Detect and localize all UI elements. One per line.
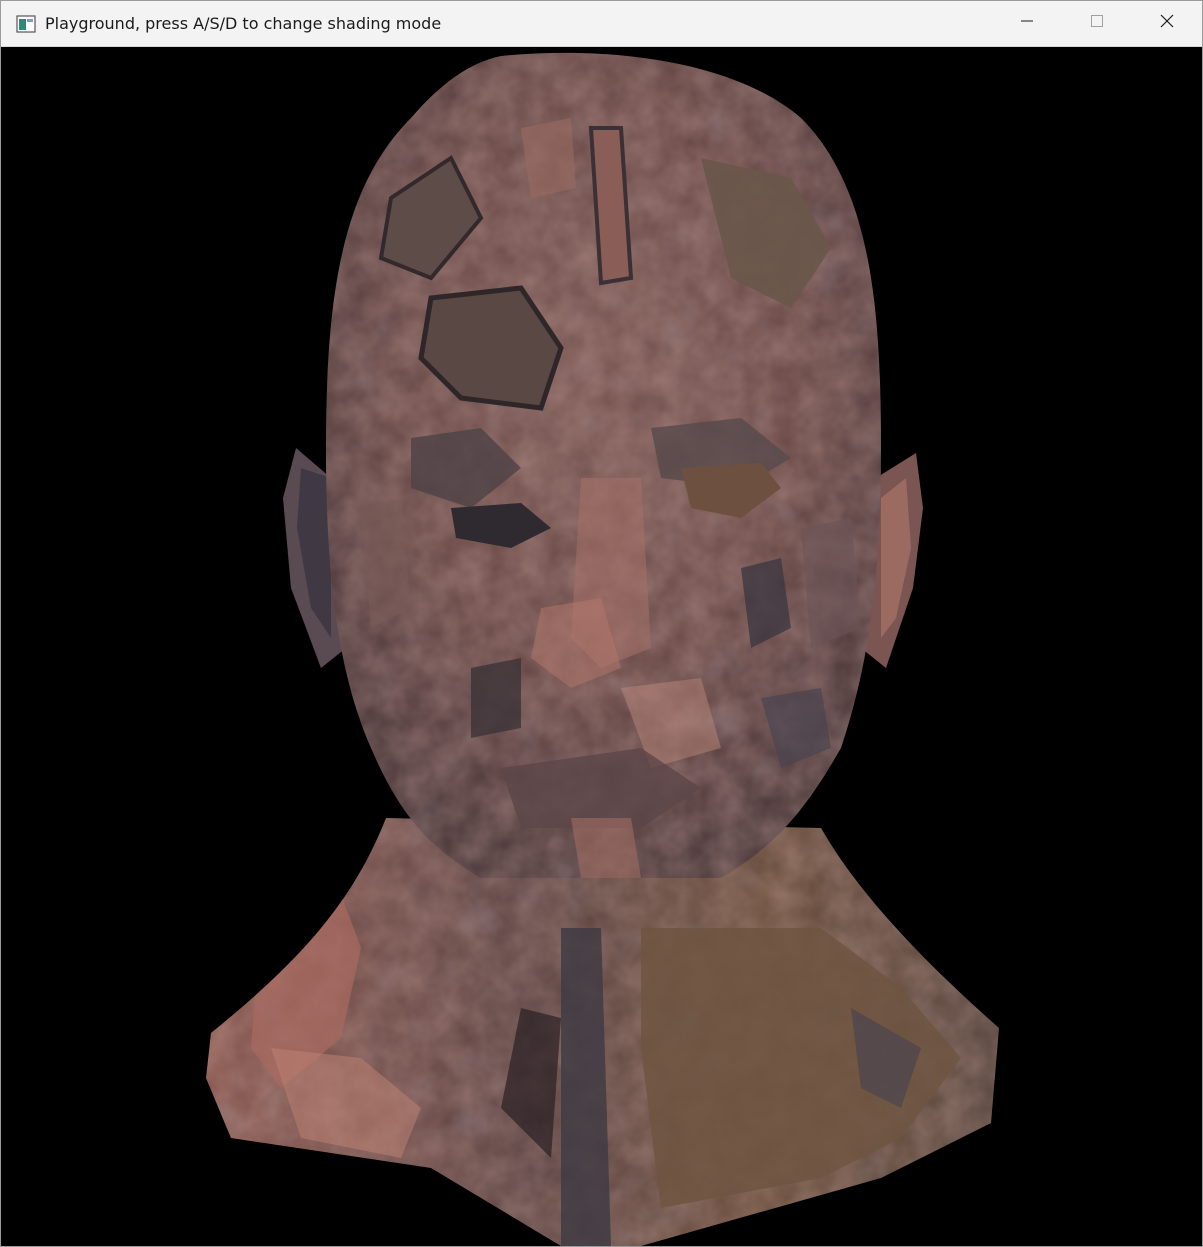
head-render bbox=[206, 52, 999, 1246]
close-button[interactable] bbox=[1132, 1, 1202, 47]
maximize-button[interactable] bbox=[1062, 1, 1132, 47]
window-title: Playground, press A/S/D to change shadin… bbox=[45, 14, 442, 33]
title-bar[interactable]: Playground, press A/S/D to change shadin… bbox=[1, 1, 1202, 47]
minimize-icon bbox=[1019, 13, 1035, 34]
render-viewport[interactable] bbox=[1, 48, 1202, 1246]
close-icon bbox=[1159, 13, 1175, 34]
head-mesh bbox=[326, 52, 881, 879]
maximize-icon bbox=[1089, 13, 1105, 34]
minimize-button[interactable] bbox=[992, 1, 1062, 47]
window-controls bbox=[992, 1, 1202, 47]
app-icon bbox=[15, 13, 37, 35]
app-window: Playground, press A/S/D to change shadin… bbox=[0, 0, 1203, 1247]
